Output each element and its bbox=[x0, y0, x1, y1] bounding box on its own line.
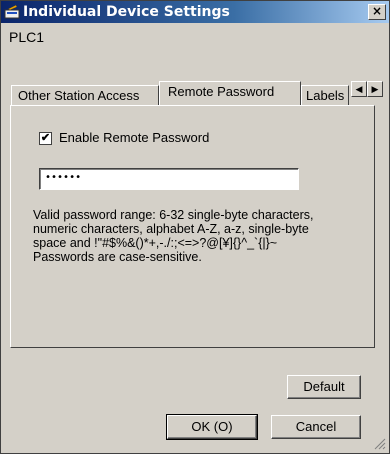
window-title: Individual Device Settings bbox=[23, 4, 230, 20]
close-icon[interactable]: × bbox=[368, 4, 386, 20]
help-line: Passwords are case-sensitive. bbox=[33, 250, 202, 264]
password-help-text: Valid password range: 6-32 single-byte c… bbox=[33, 208, 333, 264]
help-line: Valid password range: 6-32 single-byte c… bbox=[33, 208, 314, 222]
device-name-label: PLC1 bbox=[9, 29, 45, 45]
enable-remote-password-label[interactable]: Enable Remote Password bbox=[59, 130, 209, 145]
ok-button[interactable]: OK (O) bbox=[166, 414, 258, 440]
tab-remote-password[interactable]: Remote Password bbox=[159, 81, 301, 105]
tab-labels[interactable]: Labels bbox=[301, 85, 349, 105]
arrow-left-icon[interactable]: ◀ bbox=[351, 81, 367, 97]
arrow-right-icon[interactable]: ▶ bbox=[367, 81, 383, 97]
device-settings-dialog: Individual Device Settings × PLC1 Other … bbox=[0, 0, 390, 454]
help-line: space and !"#$%&()*+,-./:;<=>?@[¥]{}^_`{… bbox=[33, 236, 278, 250]
tab-other-station-access[interactable]: Other Station Access bbox=[11, 85, 159, 105]
default-button[interactable]: Default bbox=[287, 375, 361, 399]
resize-grip-icon[interactable] bbox=[374, 438, 386, 450]
title-bar[interactable]: Individual Device Settings × bbox=[1, 1, 389, 23]
tab-label: Remote Password bbox=[168, 84, 275, 99]
cancel-button[interactable]: Cancel bbox=[271, 415, 361, 439]
help-line: numeric characters, alphabet A-Z, a-z, s… bbox=[33, 222, 309, 236]
tab-label: Other Station Access bbox=[18, 88, 140, 103]
enable-remote-password-checkbox[interactable]: ✔ bbox=[39, 132, 52, 145]
settings-app-icon bbox=[4, 4, 20, 19]
tab-label: Labels bbox=[306, 88, 345, 103]
password-field[interactable]: •••••• bbox=[39, 168, 299, 190]
